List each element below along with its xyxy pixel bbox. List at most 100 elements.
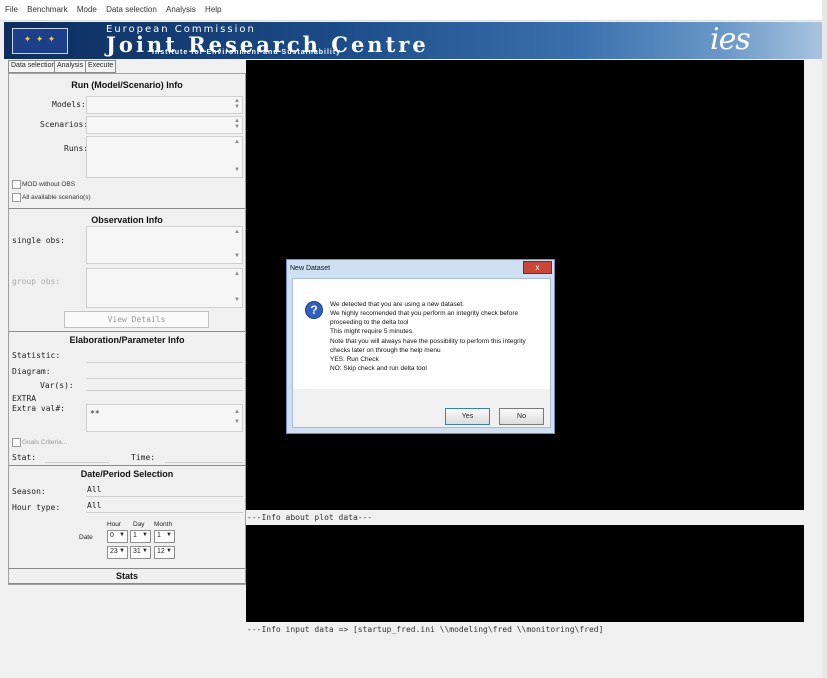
- start-month-select[interactable]: 1 ▼: [154, 530, 175, 543]
- extra-val-field[interactable]: ** ▲ ▼: [86, 404, 243, 432]
- menu-help[interactable]: Help: [200, 0, 223, 14]
- goals-criteria-label: Goals Criteria...: [22, 439, 68, 446]
- banner-sub-text: Institute for Environment and Sustainabi…: [152, 49, 342, 56]
- menu-analysis[interactable]: Analysis: [161, 0, 198, 14]
- single-obs-field[interactable]: ▲ ▼: [86, 226, 243, 264]
- start-hour-value: 0: [110, 532, 114, 539]
- dropdown-arrow-icon: ▼: [166, 548, 172, 554]
- dialog-body: ? We detected that you are using a new d…: [292, 278, 551, 428]
- statistic-label: Statistic:: [12, 351, 61, 360]
- end-day-select[interactable]: 31 ▼: [130, 546, 151, 559]
- diagram-label: Diagram:: [12, 367, 51, 376]
- menu-file[interactable]: File: [0, 0, 20, 14]
- menu-mode[interactable]: Mode: [72, 0, 99, 14]
- goals-criteria-checkbox[interactable]: [12, 438, 21, 447]
- stat-label: Stat:: [12, 453, 37, 462]
- question-icon: ?: [305, 301, 323, 319]
- single-obs-label: single obs:: [12, 236, 65, 245]
- end-day-value: 31: [133, 548, 141, 555]
- start-day-value: 1: [133, 532, 137, 539]
- view-details-button[interactable]: View Details: [64, 311, 209, 328]
- runs-field[interactable]: ▲ ▼: [86, 136, 243, 178]
- secondary-plot-area[interactable]: [246, 525, 804, 622]
- window-scrollbar[interactable]: [822, 0, 827, 678]
- end-hour-select[interactable]: 23 ▼: [107, 546, 128, 559]
- extra-val-label: Extra val#:: [12, 404, 65, 413]
- extra-label: EXTRA: [12, 394, 37, 403]
- vars-label: Var(s):: [40, 381, 74, 390]
- all-scenarios-label: All available scenario(s): [22, 194, 91, 201]
- dialog-close-button[interactable]: x: [523, 261, 552, 274]
- date-label: Date: [79, 534, 93, 541]
- mod-without-obs-label: MOD without OBS: [22, 181, 76, 188]
- dialog-message-line: We highly recomended that you perform an…: [330, 310, 519, 317]
- tab-data-selection[interactable]: Data selection: [8, 60, 59, 73]
- hour-column-label: Hour: [107, 521, 122, 528]
- all-scenarios-checkbox[interactable]: [12, 193, 21, 202]
- dropdown-arrow-icon: ▼: [142, 548, 148, 554]
- runs-label: Runs:: [64, 144, 89, 153]
- season-value[interactable]: All: [87, 485, 101, 494]
- stat-field: [45, 462, 109, 463]
- tab-analysis[interactable]: Analysis: [54, 60, 87, 73]
- time-label: Time:: [131, 453, 156, 462]
- dropdown-arrow-icon: ▼: [166, 532, 172, 538]
- elab-info-title: Elaboration/Parameter Info: [69, 335, 185, 345]
- time-field: [165, 462, 243, 463]
- start-day-select[interactable]: 1 ▼: [130, 530, 151, 543]
- group-obs-label: group obs:: [12, 277, 61, 286]
- dialog-message-line: proceeding to the delta tool: [330, 319, 409, 326]
- left-panel: Run (Model/Scenario) Info Models: ▲ ▼ Sce…: [8, 73, 246, 585]
- scenarios-label: Scenarios:: [40, 120, 89, 129]
- run-info-title: Run (Model/Scenario) Info: [71, 80, 183, 90]
- separator: [9, 465, 245, 466]
- menu-bar: File Benchmark Mode Data selection Analy…: [0, 0, 822, 21]
- ies-logo: ies: [710, 22, 751, 57]
- eu-flag-icon: ✦ ✦ ✦: [12, 28, 68, 54]
- menu-benchmark[interactable]: Benchmark: [22, 0, 69, 14]
- obs-info-title: Observation Info: [91, 215, 163, 225]
- plot-info-text: ---Info about plot data---: [247, 513, 373, 522]
- separator: [9, 583, 245, 584]
- dropdown-arrow-icon: ▼: [119, 548, 125, 554]
- jrc-banner: ✦ ✦ ✦ European Commission Joint Research…: [4, 22, 822, 59]
- end-hour-value: 23: [110, 548, 118, 555]
- tab-execute[interactable]: Execute: [85, 60, 117, 73]
- date-period-title: Date/Period Selection: [80, 469, 174, 479]
- end-month-select[interactable]: 12 ▼: [154, 546, 175, 559]
- hour-type-value[interactable]: All: [87, 501, 101, 510]
- start-month-value: 1: [157, 532, 161, 539]
- models-field[interactable]: ▲ ▼: [86, 96, 243, 114]
- separator: [9, 331, 245, 332]
- menu-data-selection[interactable]: Data selection: [101, 0, 159, 14]
- dialog-message-line: This might require 5 minutes.: [330, 328, 414, 335]
- diagram-field: [86, 378, 243, 379]
- close-icon: x: [535, 263, 540, 272]
- start-hour-select[interactable]: 0 ▼: [107, 530, 128, 543]
- vars-field: [86, 390, 243, 391]
- hour-type-label: Hour type:: [12, 503, 61, 512]
- scenarios-field[interactable]: ▲ ▼: [86, 116, 243, 134]
- yes-button[interactable]: Yes: [445, 408, 490, 425]
- dialog-message-line: checks later on through the help menu: [330, 347, 441, 354]
- new-dataset-dialog: New Dataset x ? We detected that you are…: [286, 259, 555, 434]
- dialog-message-line: NO: Skip check and run delta tool: [330, 365, 427, 372]
- dropdown-arrow-icon: ▼: [142, 532, 148, 538]
- dialog-message-line: We detected that you are using a new dat…: [330, 301, 464, 308]
- month-column-label: Month: [154, 521, 173, 528]
- hour-type-field: [86, 512, 243, 513]
- statistic-field: [86, 362, 243, 363]
- extra-val-value: **: [90, 409, 100, 418]
- models-label: Models:: [52, 100, 86, 109]
- mod-without-obs-checkbox[interactable]: [12, 180, 21, 189]
- stats-title: Stats: [115, 571, 138, 581]
- dialog-message-line: YES: Run Check: [330, 356, 379, 363]
- separator: [9, 568, 245, 569]
- day-column-label: Day: [133, 521, 145, 528]
- dropdown-arrow-icon: ▼: [119, 532, 125, 538]
- separator: [9, 208, 245, 209]
- end-month-value: 12: [157, 548, 165, 555]
- no-button[interactable]: No: [499, 408, 544, 425]
- dialog-title: New Dataset: [290, 265, 331, 272]
- group-obs-field[interactable]: ▲ ▼: [86, 268, 243, 308]
